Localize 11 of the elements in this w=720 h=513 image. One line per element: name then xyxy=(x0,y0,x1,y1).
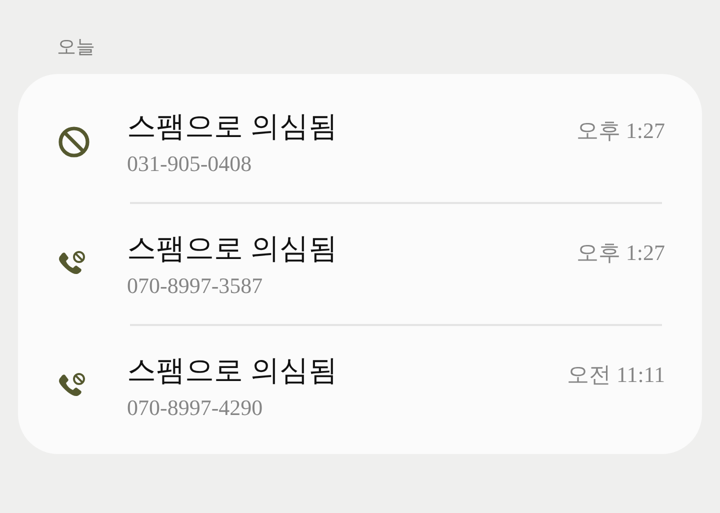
caller-label: 스팸으로 의심됨 xyxy=(127,232,338,267)
phone-number: 031-905-0408 xyxy=(127,151,253,177)
call-time: 오후 1:27 xyxy=(576,117,665,145)
call-time: 오후 1:27 xyxy=(576,239,665,267)
block-icon xyxy=(57,125,91,159)
section-header: 오늘 xyxy=(57,36,95,60)
call-time: 오전 11:11 xyxy=(567,361,665,389)
caller-label: 스팸으로 의심됨 xyxy=(127,354,338,389)
phone-number: 070-8997-3587 xyxy=(127,273,264,299)
caller-label: 스팸으로 의심됨 xyxy=(127,110,338,145)
phone-number: 070-8997-4290 xyxy=(127,395,264,421)
